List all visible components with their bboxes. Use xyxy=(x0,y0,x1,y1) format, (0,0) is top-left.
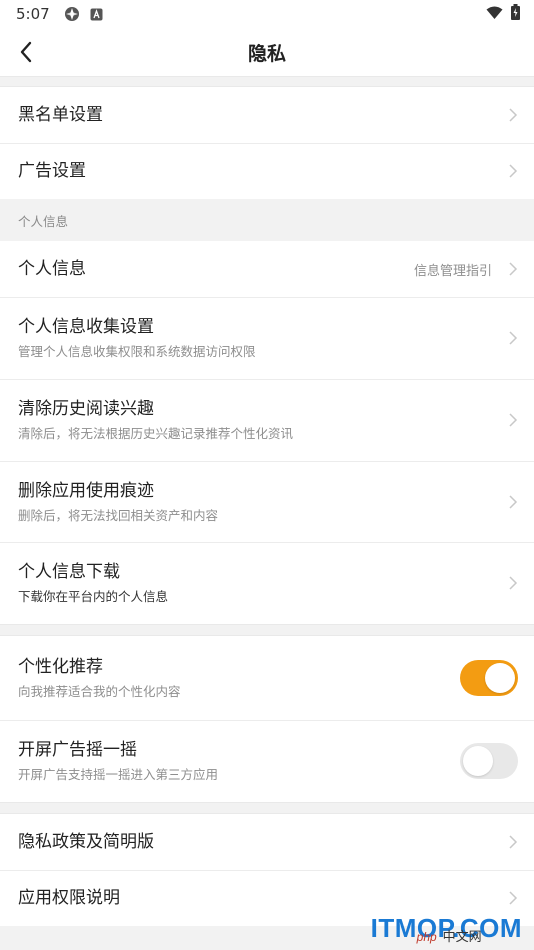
wifi-icon xyxy=(486,5,503,24)
clear-reading-history-row[interactable]: 清除历史阅读兴趣 清除后，将无法根据历史兴趣记录推荐个性化资讯 xyxy=(0,379,534,461)
chevron-right-icon xyxy=(508,834,518,850)
row-title: 开屏广告摇一摇 xyxy=(18,740,137,760)
info-guide-link: 信息管理指引 xyxy=(413,263,492,279)
chevron-right-icon xyxy=(508,412,518,428)
status-bar: 5:07 xyxy=(0,0,534,28)
divider-gap xyxy=(0,76,534,87)
a-badge-icon xyxy=(90,8,103,21)
chevron-right-icon xyxy=(508,330,518,346)
app-notification-icon xyxy=(64,6,80,22)
row-title: 广告设置 xyxy=(18,161,86,181)
row-title: 个性化推荐 xyxy=(18,657,103,677)
watermark-cn: 中文网 xyxy=(442,929,482,944)
row-subtitle: 下载你在平台内的个人信息 xyxy=(18,589,169,604)
splash-ad-shake-toggle[interactable] xyxy=(460,743,518,779)
row-title: 清除历史阅读兴趣 xyxy=(18,399,154,419)
settings-group-recommendation: 个性化推荐 向我推荐适合我的个性化内容 开屏广告摇一摇 开屏广告支持摇一摇进入第… xyxy=(0,636,534,802)
ad-settings-row[interactable]: 广告设置 xyxy=(0,143,534,199)
settings-group-policy: 隐私政策及简明版 应用权限说明 xyxy=(0,814,534,926)
chevron-right-icon xyxy=(508,890,518,906)
row-subtitle: 删除后，将无法找回相关资产和内容 xyxy=(18,507,219,523)
back-button[interactable] xyxy=(10,36,42,68)
blacklist-settings-row[interactable]: 黑名单设置 xyxy=(0,87,534,143)
row-title: 个人信息 xyxy=(18,259,86,279)
settings-group-personal-info: 个人信息 信息管理指引 个人信息收集设置 管理个人信息收集权限和系统数据访问权限… xyxy=(0,241,534,624)
battery-icon xyxy=(511,4,520,24)
toggle-knob xyxy=(485,663,515,693)
chevron-right-icon xyxy=(508,107,518,123)
row-title: 个人信息下载 xyxy=(18,562,120,582)
row-subtitle: 开屏广告支持摇一摇进入第三方应用 xyxy=(18,767,219,782)
privacy-policy-row[interactable]: 隐私政策及简明版 xyxy=(0,814,534,870)
row-title: 个人信息收集设置 xyxy=(18,317,154,337)
personalized-recommendation-toggle[interactable] xyxy=(460,660,518,696)
personal-info-collection-row[interactable]: 个人信息收集设置 管理个人信息收集权限和系统数据访问权限 xyxy=(0,297,534,379)
row-title: 应用权限说明 xyxy=(18,888,120,908)
row-subtitle: 清除后，将无法根据历史兴趣记录推荐个性化资讯 xyxy=(18,426,294,441)
chevron-left-icon xyxy=(20,41,32,63)
watermark-php: php xyxy=(416,930,437,944)
status-right xyxy=(486,4,520,24)
splash-ad-shake-row: 开屏广告摇一摇 开屏广告支持摇一摇进入第三方应用 xyxy=(0,720,534,802)
row-subtitle: 向我推荐适合我的个性化内容 xyxy=(18,684,181,699)
personal-info-row[interactable]: 个人信息 信息管理指引 xyxy=(0,241,534,297)
toggle-knob xyxy=(463,746,493,776)
row-subtitle: 管理个人信息收集权限和系统数据访问权限 xyxy=(18,344,256,359)
divider-gap xyxy=(0,624,534,636)
settings-group-general: 黑名单设置 广告设置 xyxy=(0,87,534,199)
section-header-personal-info: 个人信息 xyxy=(0,199,534,241)
personal-info-download-row[interactable]: 个人信息下载 下载你在平台内的个人信息 xyxy=(0,542,534,624)
divider-gap xyxy=(0,802,534,814)
row-title: 隐私政策及简明版 xyxy=(18,832,154,852)
personalized-recommendation-row: 个性化推荐 向我推荐适合我的个性化内容 xyxy=(0,636,534,720)
delete-usage-traces-row[interactable]: 删除应用使用痕迹 删除后，将无法找回相关资产和内容 xyxy=(0,461,534,542)
row-title: 黑名单设置 xyxy=(18,105,103,125)
chevron-right-icon xyxy=(508,494,518,510)
chevron-right-icon xyxy=(508,575,518,591)
chevron-right-icon xyxy=(508,261,518,277)
page-title: 隐私 xyxy=(247,42,286,65)
status-time: 5:07 xyxy=(16,5,50,23)
chevron-right-icon xyxy=(508,163,518,179)
row-title: 删除应用使用痕迹 xyxy=(18,480,154,501)
nav-bar: 隐私 xyxy=(0,28,534,76)
site-watermark: ITMOP.COM php 中文网 xyxy=(371,913,522,944)
